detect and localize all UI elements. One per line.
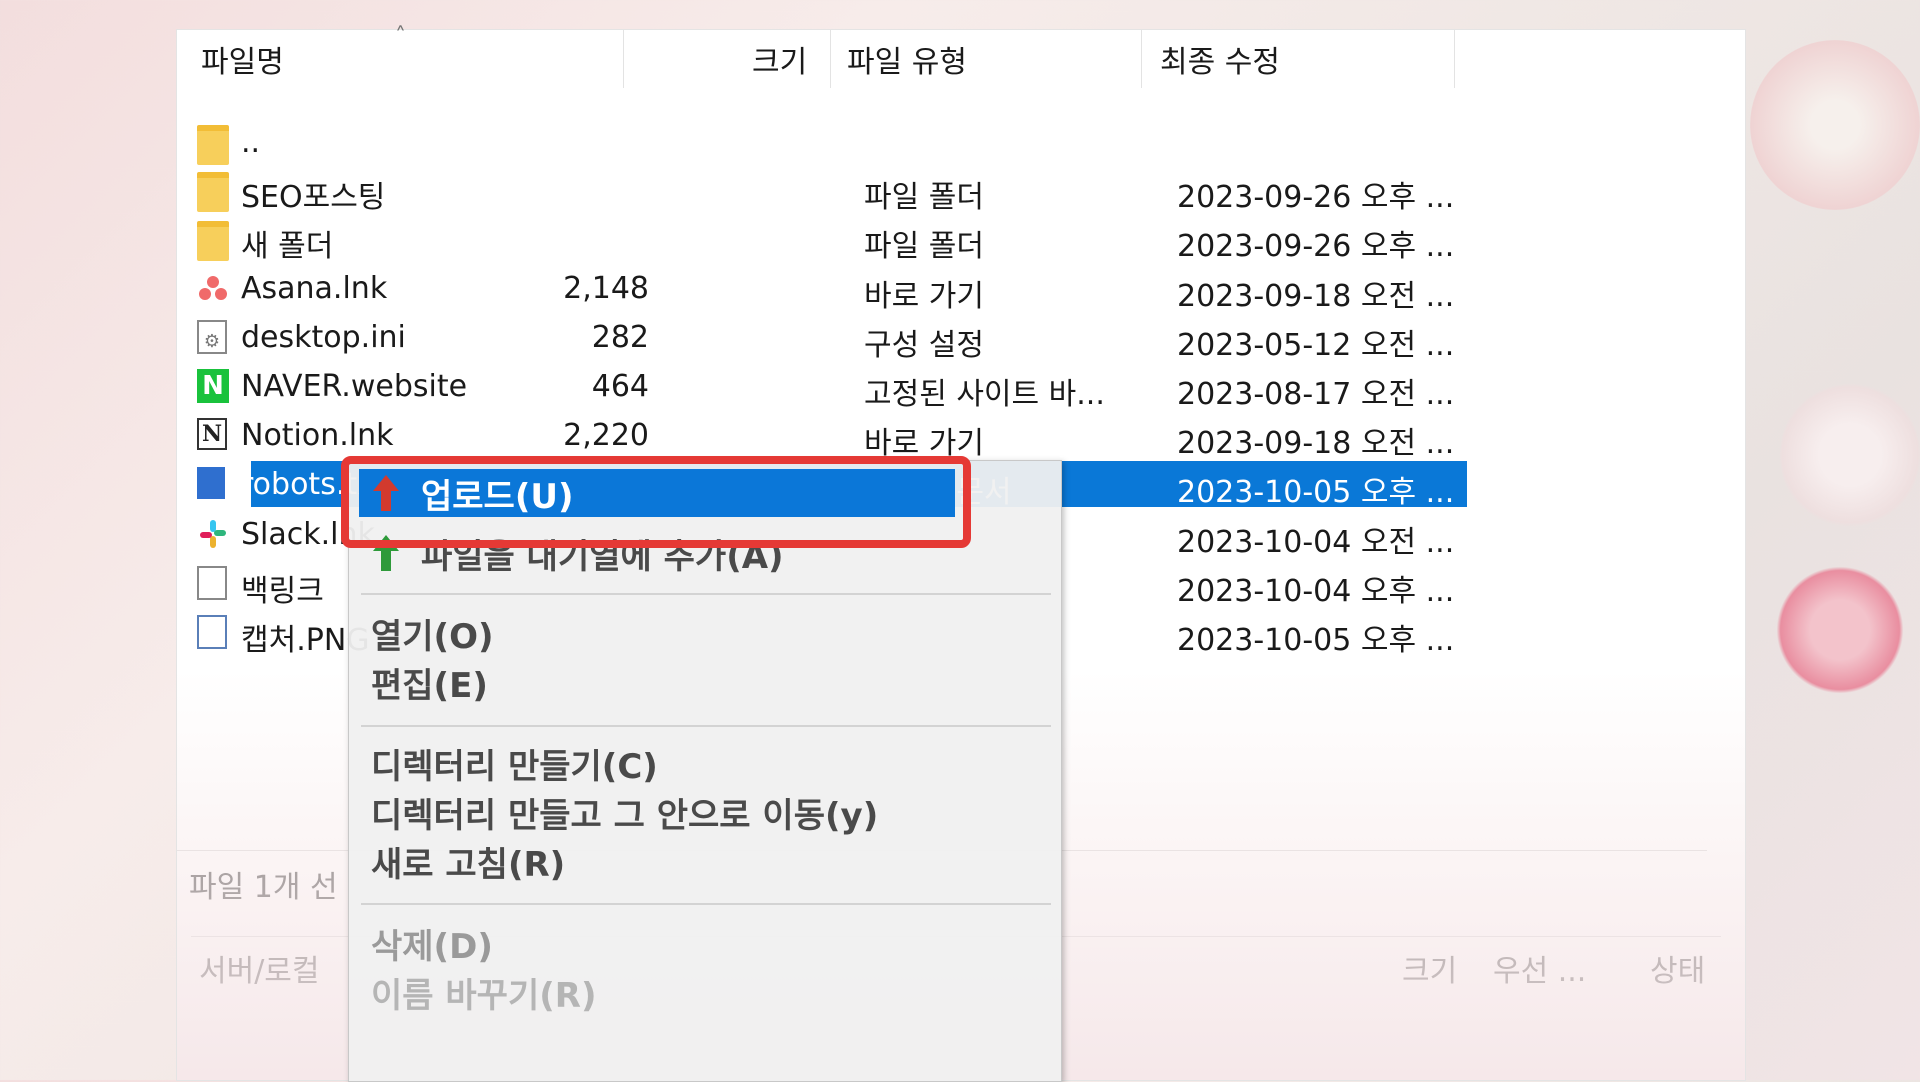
menu-item-rename[interactable]: 이름 바꾸기(R) (371, 968, 597, 1016)
file-size: 2,148 (563, 271, 649, 306)
menu-separator (361, 725, 1051, 727)
tab-server-local[interactable]: 서버/로컬 (199, 946, 320, 990)
menu-item-label: 삭제(D) (371, 926, 493, 967)
file-date: 2023-05-12 오전 ... (1177, 328, 1455, 363)
slack-icon (200, 520, 226, 548)
file-size: 2,220 (563, 418, 649, 453)
blossom-decoration (1750, 40, 1920, 210)
list-item[interactable]: N Notion.lnk 2,220 바로 가기 2023-09-18 오전 .… (191, 412, 1459, 461)
settings-file-icon: ⚙ (197, 320, 227, 354)
menu-item-mkdir[interactable]: 디렉터리 만들기(C) (371, 739, 658, 787)
menu-separator (361, 903, 1051, 905)
file-type: 바로 가기 (864, 279, 984, 314)
naver-icon: N (197, 369, 229, 403)
file-date: 2023-09-18 오전 ... (1177, 279, 1455, 314)
column-size[interactable]: 크기 (752, 30, 807, 88)
file-name: 백링크 (241, 574, 324, 609)
upload-arrow-icon (373, 475, 399, 511)
file-type: 바로 가기 (864, 426, 984, 461)
list-item[interactable]: 새 폴더 파일 폴더 2023-09-26 오후 ... (191, 215, 1459, 264)
notion-icon: N (197, 418, 227, 450)
file-name: Asana.lnk (241, 271, 388, 306)
queue-column-status[interactable]: 상태 (1650, 946, 1705, 990)
menu-item-label: 파일을 대기열에 추가(A) (421, 536, 784, 577)
blossom-decoration (1770, 560, 1910, 700)
column-divider[interactable] (623, 30, 624, 88)
column-modified[interactable]: 최종 수정 (1160, 30, 1280, 88)
list-item[interactable]: N NAVER.website 464 고정된 사이트 바... 2023-08… (191, 363, 1459, 412)
folder-icon (197, 172, 229, 212)
file-date: 2023-10-05 오후 ... (1177, 475, 1455, 510)
menu-item-mkdir-enter[interactable]: 디렉터리 만들고 그 안으로 이동(y) (371, 788, 878, 836)
menu-item-label: 편집(E) (371, 665, 488, 706)
folder-up-icon (197, 125, 229, 165)
text-file-icon (197, 467, 225, 499)
list-item[interactable]: SEO포스팅 파일 폴더 2023-09-26 오후 ... (191, 166, 1459, 215)
menu-item-refresh[interactable]: 새로 고침(R) (371, 837, 565, 885)
file-type: 파일 폴더 (864, 229, 984, 264)
file-name: NAVER.website (241, 369, 468, 404)
menu-item-open[interactable]: 열기(O) (371, 609, 494, 657)
list-item[interactable]: Asana.lnk 2,148 바로 가기 2023-09-18 오전 ... (191, 265, 1459, 314)
menu-item-edit[interactable]: 편집(E) (371, 658, 488, 706)
column-name[interactable]: 파일명 (201, 30, 284, 88)
column-divider[interactable] (830, 30, 831, 88)
file-name: .. (241, 125, 261, 160)
column-divider[interactable] (1454, 30, 1455, 88)
menu-item-delete[interactable]: 삭제(D) (371, 919, 493, 967)
document-icon (197, 566, 227, 600)
queue-column-priority[interactable]: 우선 ... (1493, 946, 1586, 990)
file-date: 2023-10-04 오후 ... (1177, 574, 1455, 609)
image-file-icon (197, 615, 227, 649)
file-type: 고정된 사이트 바... (864, 377, 1105, 412)
file-date: 2023-10-05 오후 ... (1177, 623, 1455, 658)
menu-item-label: 열기(O) (371, 616, 494, 657)
column-type[interactable]: 파일 유형 (847, 30, 967, 88)
file-size: 282 (591, 320, 649, 355)
asana-icon (199, 276, 227, 300)
file-date: 2023-08-17 오전 ... (1177, 377, 1455, 412)
file-name: Notion.lnk (241, 418, 394, 453)
add-queue-icon (373, 535, 399, 571)
column-header: 파일명 ˄ 크기 파일 유형 최종 수정 (177, 24, 1459, 88)
menu-item-label: 업로드(U) (421, 476, 574, 517)
file-date: 2023-09-26 오후 ... (1177, 229, 1455, 264)
file-type: 구성 설정 (864, 328, 984, 363)
menu-item-upload[interactable]: 업로드(U) (359, 469, 955, 517)
menu-item-label: 이름 바꾸기(R) (371, 975, 597, 1016)
menu-item-label: 디렉터리 만들기(C) (371, 746, 658, 787)
list-item[interactable]: .. (191, 119, 1459, 165)
file-date: 2023-10-04 오전 ... (1177, 525, 1455, 560)
sort-up-icon: ˄ (395, 24, 406, 49)
file-type: 파일 폴더 (864, 180, 984, 215)
menu-item-label: 새로 고침(R) (371, 844, 566, 885)
list-item[interactable]: ⚙ desktop.ini 282 구성 설정 2023-05-12 오전 ..… (191, 314, 1459, 363)
file-date: 2023-09-26 오후 ... (1177, 180, 1455, 215)
status-text: 파일 1개 선 (189, 870, 338, 905)
folder-icon (197, 221, 229, 261)
blossom-decoration (1780, 380, 1920, 530)
column-divider[interactable] (1141, 30, 1142, 88)
file-size: 464 (591, 369, 649, 404)
file-name: SEO포스팅 (241, 180, 386, 215)
file-name: 새 폴더 (241, 229, 334, 264)
menu-separator (361, 593, 1051, 595)
context-menu: 업로드(U) 파일을 대기열에 추가(A) 열기(O) 편집(E) 디렉터리 만… (348, 460, 1062, 1082)
file-name: desktop.ini (241, 320, 406, 355)
file-date: 2023-09-18 오전 ... (1177, 426, 1455, 461)
menu-item-add-queue[interactable]: 파일을 대기열에 추가(A) (371, 529, 784, 577)
queue-column-size[interactable]: 크기 (1402, 946, 1457, 990)
menu-item-label: 디렉터리 만들고 그 안으로 이동(y) (371, 795, 879, 836)
